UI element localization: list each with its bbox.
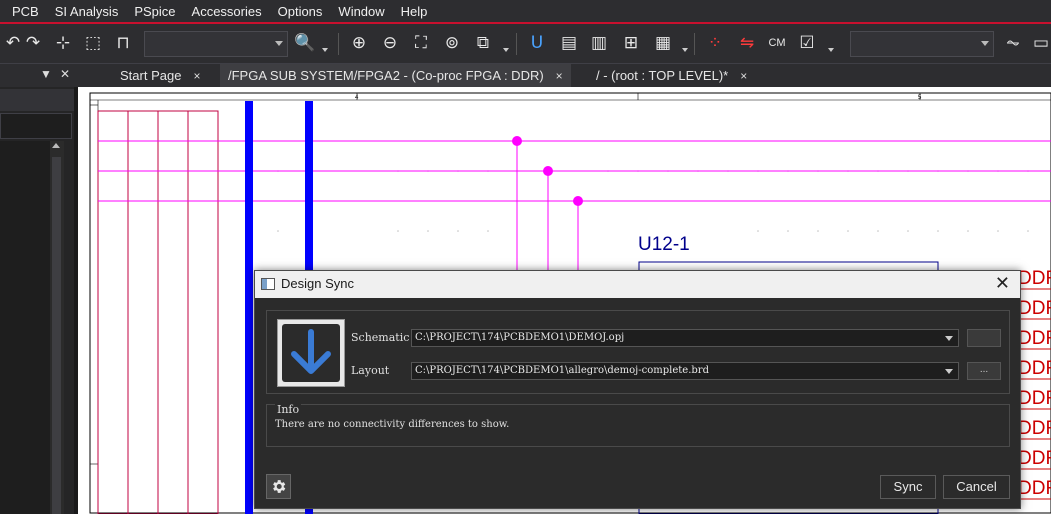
schematic-path-select[interactable]: C:\PROJECT\174\PCBDEMO1\DEMOJ.opj	[411, 329, 959, 347]
properties-icon[interactable]: ▤	[556, 30, 582, 56]
toolbar-separator	[516, 33, 517, 55]
app-window: PCB SI Analysis PSpice Accessories Optio…	[0, 0, 1051, 514]
part-reference[interactable]: U12-1	[638, 234, 690, 255]
layout-label: Layout	[351, 364, 390, 377]
menu-window[interactable]: Window	[330, 0, 392, 24]
netlist-icon[interactable]: ▥	[586, 30, 612, 56]
schematic-path-value: C:\PROJECT\174\PCBDEMO1\DEMOJ.opj	[415, 332, 625, 343]
drc-icon[interactable]: ☑	[794, 30, 820, 56]
pcb-route-icon[interactable]: ⇋	[734, 30, 760, 56]
chevron-down-icon	[945, 336, 953, 341]
close-icon[interactable]: ✕	[995, 273, 1010, 294]
tree-icon[interactable]: ⊞	[618, 30, 644, 56]
menu-pcb[interactable]: PCB	[4, 0, 47, 24]
dialog-titlebar[interactable]: Design Sync ✕	[255, 271, 1020, 298]
menu-options[interactable]: Options	[270, 0, 331, 24]
toolbar-combo-2[interactable]	[850, 31, 994, 57]
tab-fpga2-ddr[interactable]: /FPGA SUB SYSTEM/FPGA2 - (Co-proc FPGA :…	[220, 64, 571, 87]
schematic-browse-button[interactable]: ...	[967, 329, 1001, 347]
net-label[interactable]: DDR	[1018, 418, 1051, 439]
magnet-icon[interactable]: Ս	[524, 30, 550, 56]
layout-path-select[interactable]: C:\PROJECT\174\PCBDEMO1\allegro\demoj-co…	[411, 362, 959, 380]
net-label[interactable]: DDR	[1018, 448, 1051, 469]
hierarchy-icon[interactable]: ⧉	[470, 30, 496, 56]
net-label[interactable]: DDR	[1018, 298, 1051, 319]
tab-label: / - (root : TOP LEVEL)*	[596, 68, 729, 83]
chevron-down-icon[interactable]	[503, 48, 509, 52]
window-icon	[261, 278, 275, 290]
tab-root-top-level[interactable]: / - (root : TOP LEVEL)* ×	[588, 64, 755, 87]
gear-icon	[273, 480, 286, 493]
area-select-icon[interactable]: ⬚	[80, 30, 106, 56]
schematic-label: Schematic	[351, 331, 410, 344]
close-icon[interactable]: ×	[740, 69, 747, 83]
sync-direction-button[interactable]	[277, 319, 345, 387]
chevron-down-icon	[981, 41, 989, 46]
chevron-down-icon[interactable]: ▼	[40, 67, 52, 81]
dialog-title: Design Sync	[281, 276, 354, 291]
close-icon[interactable]: ✕	[60, 67, 70, 81]
net-label[interactable]: DDR	[1018, 268, 1051, 289]
pane-toolbar[interactable]	[0, 113, 72, 139]
close-icon[interactable]: ×	[193, 69, 200, 83]
toolbar-combo-1[interactable]	[144, 31, 288, 57]
menu-pspice[interactable]: PSpice	[126, 0, 183, 24]
chevron-down-icon[interactable]	[828, 48, 834, 52]
menu-accessories[interactable]: Accessories	[184, 0, 270, 24]
probe-icon[interactable]: ▭	[1028, 30, 1051, 56]
junction-dot	[543, 166, 553, 176]
info-label: Info	[275, 403, 302, 416]
select-icon[interactable]: ⊹	[50, 30, 76, 56]
project-tree[interactable]	[0, 141, 50, 514]
design-sync-dialog: Design Sync ✕ Schematic C:\PROJECT\174\P…	[254, 270, 1021, 509]
chevron-down-icon[interactable]	[682, 48, 688, 52]
close-icon[interactable]: ×	[556, 69, 563, 83]
waveform-icon[interactable]: ⏦	[1000, 30, 1026, 56]
tab-label: /FPGA SUB SYSTEM/FPGA2 - (Co-proc FPGA :…	[228, 68, 544, 83]
tab-label: Start Page	[120, 68, 182, 83]
zoom-area-icon[interactable]: ⛶	[408, 30, 434, 56]
scrollbar-thumb[interactable]	[52, 157, 61, 514]
chevron-down-icon	[945, 369, 953, 374]
chevron-down-icon	[275, 41, 283, 46]
zoom-out-icon[interactable]: ⊖	[377, 30, 403, 56]
scroll-up-icon[interactable]	[52, 143, 60, 148]
cm-icon[interactable]: CM	[764, 30, 790, 56]
menu-bar: PCB SI Analysis PSpice Accessories Optio…	[0, 0, 1051, 24]
redo-icon[interactable]: ↷	[20, 30, 46, 56]
layout-path-value: C:\PROJECT\174\PCBDEMO1\allegro\demoj-co…	[415, 365, 709, 376]
pane-header	[0, 89, 74, 111]
arrow-down-icon	[282, 324, 340, 382]
junction-dot	[573, 196, 583, 206]
tab-start-page[interactable]: Start Page ×	[112, 64, 208, 87]
report-icon[interactable]: ▦	[650, 30, 676, 56]
paths-group	[266, 310, 1010, 394]
project-manager-pane	[0, 87, 78, 514]
search-icon[interactable]: 🔍	[292, 30, 318, 56]
settings-button[interactable]	[266, 474, 291, 499]
net-label[interactable]: DDR	[1018, 358, 1051, 379]
zoom-in-icon[interactable]: ⊕	[346, 30, 372, 56]
menu-si-analysis[interactable]: SI Analysis	[47, 0, 127, 24]
cancel-button[interactable]: Cancel	[943, 475, 1010, 499]
net-icon[interactable]: ⊓	[110, 30, 136, 56]
net-labels: DDR DDR DDR DDR DDR DDR DDR DDR	[1018, 268, 1051, 500]
document-tabs: ▼ ✕ Start Page × /FPGA SUB SYSTEM/FPGA2 …	[0, 64, 1051, 87]
pcb-place-icon[interactable]: ⁘	[702, 30, 728, 56]
layout-browse-button[interactable]: ...	[967, 362, 1001, 380]
toolbar-separator	[694, 33, 695, 55]
menu-help[interactable]: Help	[393, 0, 436, 24]
info-message: There are no connectivity differences to…	[275, 419, 510, 430]
chevron-down-icon[interactable]	[322, 48, 328, 52]
toolbar: ↶ ↷ ⊹ ⬚ ⊓ 🔍 ⊕ ⊖ ⛶ ⊚ ⧉ Ս ▤ ▥ ⊞ ▦ ⁘ ⇋ CM ☑…	[0, 24, 1051, 64]
junction-dot	[512, 136, 522, 146]
dialog-body: Schematic C:\PROJECT\174\PCBDEMO1\DEMOJ.…	[255, 298, 1020, 508]
bus	[245, 101, 253, 514]
net-label[interactable]: DDR	[1018, 328, 1051, 349]
net-label[interactable]: DDR	[1018, 478, 1051, 499]
net-label[interactable]: DDR	[1018, 388, 1051, 409]
toolbar-separator	[338, 33, 339, 55]
sync-button[interactable]: Sync	[880, 475, 936, 499]
zoom-fit-icon[interactable]: ⊚	[439, 30, 465, 56]
